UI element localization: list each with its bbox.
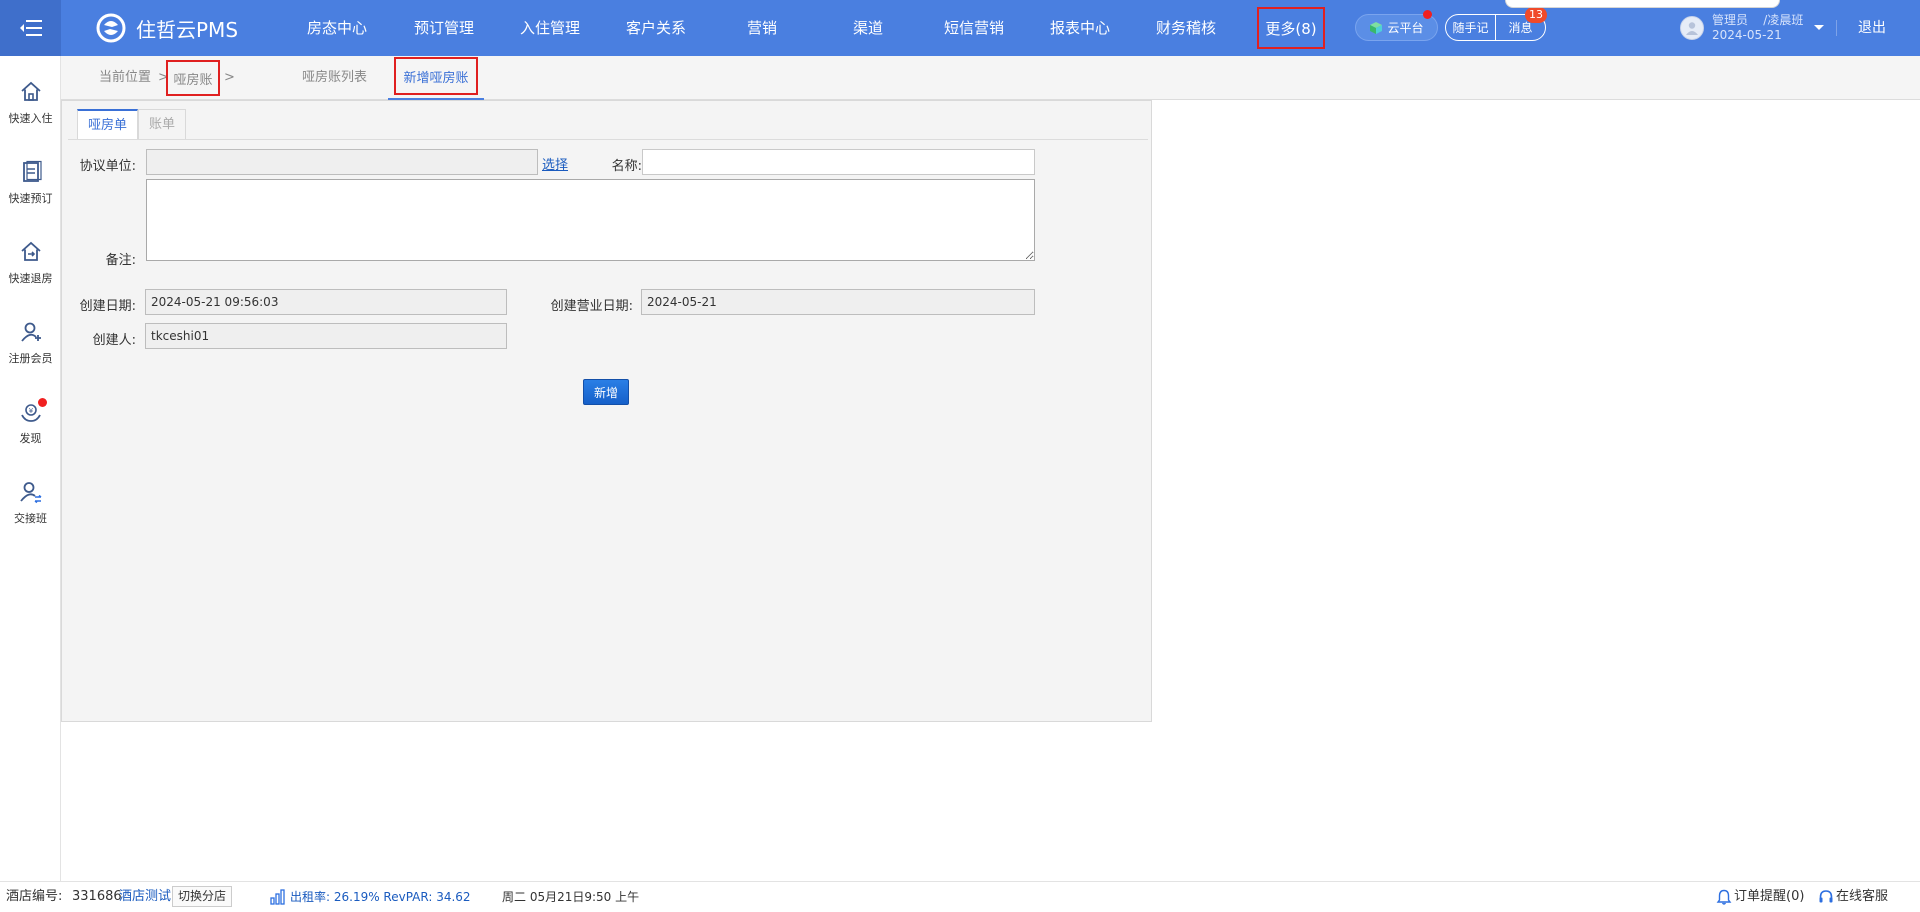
sidebar-item-discover[interactable]: ¥ 发现 (0, 398, 61, 462)
breadcrumb-separator: > (224, 70, 235, 85)
sidebar-item-label: 发现 (19, 432, 42, 445)
checkout-icon (20, 241, 41, 261)
subtabs-divider (68, 139, 1148, 140)
add-member-icon (20, 322, 41, 342)
left-sidebar: 快速入住 快速预订 快速退房 注册会员 ¥ 发现 交接班 (0, 56, 61, 881)
sidebar-item-quick-checkin[interactable]: 快速入住 (0, 78, 61, 142)
name-field[interactable] (642, 149, 1035, 175)
user-shift: /凌晨班 (1763, 13, 1804, 27)
add-button[interactable]: 新增 (583, 379, 629, 405)
user-date: 2024-05-21 (1712, 28, 1782, 42)
nav-item-channel[interactable]: 渠道 (853, 0, 883, 56)
shift-handover-icon (19, 482, 41, 504)
headset-icon (1819, 890, 1833, 903)
occupancy-revpar: 出租率: 26.19% RevPAR: 34.62 (290, 890, 471, 904)
notes-messages-group: 随手记 消息 13 (1445, 7, 1547, 41)
business-date-field[interactable] (641, 289, 1035, 315)
switch-branch-button[interactable]: 切换分店 (172, 886, 233, 907)
nav-item-reports[interactable]: 报表中心 (1050, 0, 1110, 56)
tab-add-dummy-room[interactable]: 新增哑房账 (394, 57, 478, 95)
nav-item-finance-audit[interactable]: 财务稽核 (1156, 0, 1216, 56)
sidebar-item-quick-booking[interactable]: 快速预订 (0, 158, 61, 222)
user-info: 管理员 /凌晨班 2024-05-21 (1712, 13, 1803, 43)
nav-more-button[interactable]: 更多(8) (1257, 7, 1325, 49)
breadcrumb-prefix: 当前位置 (99, 70, 152, 85)
avatar (1680, 16, 1704, 40)
breadcrumb-current-label: 哑房账 (173, 72, 213, 88)
logout-button[interactable]: 退出 (1858, 0, 1886, 56)
agreement-unit-field[interactable] (146, 149, 538, 175)
tab-dummy-room-list[interactable]: 哑房账列表 (302, 56, 367, 100)
sidebar-item-label: 快速退房 (8, 272, 53, 285)
svg-text:¥: ¥ (28, 407, 33, 415)
status-bar: 酒店编号: 331686 酒店测试 切换分店 出租率: 26.19% RevPA… (0, 881, 1920, 911)
create-date-label: 创建日期: (79, 299, 136, 314)
subtab-bill[interactable]: 账单 (138, 109, 187, 139)
remark-textarea[interactable] (146, 179, 1035, 261)
sidebar-item-shift-handover[interactable]: 交接班 (0, 478, 61, 542)
sidebar-item-label: 快速预订 (8, 192, 53, 205)
user-menu[interactable]: 管理员 /凌晨班 2024-05-21 (1680, 12, 1825, 44)
cloud-platform-label: 云平台 (1387, 21, 1424, 35)
sidebar-item-label: 注册会员 (8, 352, 53, 365)
remark-label: 备注: (105, 253, 136, 268)
business-date-label: 创建营业日期: (550, 299, 633, 314)
user-avatar-icon (1686, 22, 1698, 35)
discover-notification-dot (37, 398, 47, 407)
hotel-number: 331686 (72, 889, 122, 904)
sidebar-item-register-member[interactable]: 注册会员 (0, 318, 61, 382)
nav-item-room-status[interactable]: 房态中心 (307, 0, 367, 56)
nav-item-checkin[interactable]: 入住管理 (520, 0, 580, 56)
nav-item-marketing[interactable]: 营销 (747, 0, 777, 56)
creator-field[interactable] (145, 323, 507, 349)
hotel-name: 酒店测试 (119, 889, 172, 904)
user-role: 管理员 (1712, 13, 1749, 27)
logout-divider (1836, 20, 1837, 36)
cloud-notification-dot (1423, 10, 1432, 19)
booking-icon (22, 160, 42, 182)
nav-item-crm[interactable]: 客户关系 (626, 0, 686, 56)
notes-button[interactable]: 随手记 (1446, 15, 1495, 40)
breadcrumb: 当前位置 > 哑房账 > 哑房账列表 新增哑房账 (61, 56, 1920, 100)
breadcrumb-current[interactable]: 哑房账 (166, 60, 220, 96)
subtab-dummy-room-slip[interactable]: 哑房单 (77, 109, 139, 139)
creator-label: 创建人: (92, 333, 136, 348)
bar-chart-icon (270, 889, 285, 905)
order-alert-button[interactable]: 订单提醒(0) (1734, 882, 1804, 912)
sidebar-item-label: 快速入住 (8, 112, 53, 125)
nav-item-reservation[interactable]: 预订管理 (414, 0, 474, 56)
online-service-button[interactable]: 在线客服 (1836, 882, 1888, 912)
messages-count-badge: 13 (1525, 7, 1547, 23)
form-subtabs: 哑房单 账单 (77, 109, 187, 139)
select-agreement-unit-link[interactable]: 选择 (542, 154, 568, 173)
agreement-unit-label: 协议单位: (79, 159, 136, 174)
dropdown-popup-edge (1505, 0, 1780, 8)
sidebar-item-label: 交接班 (14, 512, 47, 525)
sidebar-item-quick-checkout[interactable]: 快速退房 (0, 238, 61, 302)
top-bar: 住哲云PMS 房态中心 预订管理 入住管理 客户关系 营销 渠道 短信营销 报表… (0, 0, 1920, 56)
hotel-number-label: 酒店编号: (6, 889, 63, 904)
create-date-field[interactable] (145, 289, 507, 315)
form-panel: 哑房单 账单 协议单位: 选择 名称: 备注: 创建日期: 创建营业日期: 创建… (61, 100, 1152, 722)
current-datetime: 周二 05月21日9:50 上午 (502, 890, 640, 904)
tab-add-dummy-room-label: 新增哑房账 (403, 70, 469, 86)
nav-item-sms-marketing[interactable]: 短信营销 (944, 0, 1004, 56)
bell-icon (1716, 889, 1732, 905)
name-label: 名称: (611, 159, 642, 174)
cube-icon (1370, 21, 1383, 34)
chevron-down-icon (1814, 25, 1825, 30)
home-icon (20, 81, 41, 101)
main-nav: 房态中心 预订管理 入住管理 客户关系 营销 渠道 短信营销 报表中心 财务稽核 (0, 0, 1920, 56)
